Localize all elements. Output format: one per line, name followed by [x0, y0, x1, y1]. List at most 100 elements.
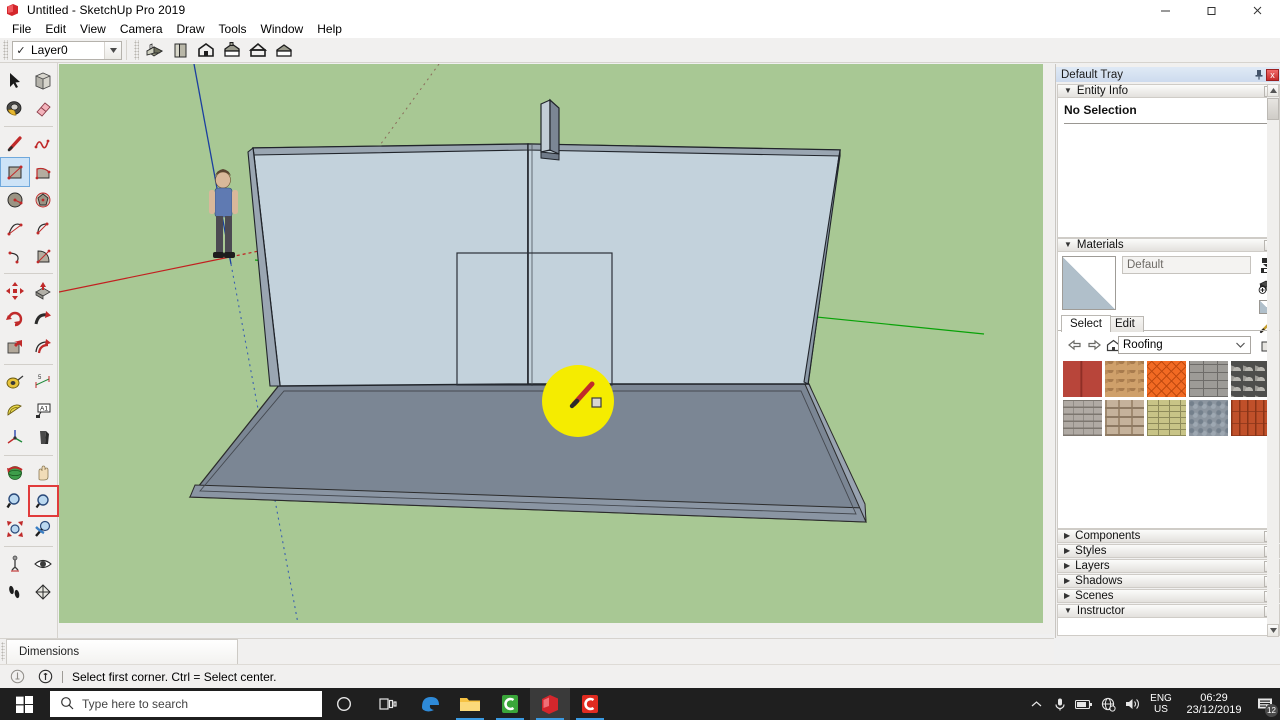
chevron-down-icon[interactable] [104, 41, 121, 59]
rotate-tool[interactable] [1, 305, 29, 333]
circle-tool[interactable] [1, 186, 29, 214]
pin-icon[interactable] [1252, 68, 1266, 81]
panel-header-instructor[interactable]: ▼ Instructor x [1057, 604, 1280, 618]
protractor-tool[interactable] [1, 396, 29, 424]
position-camera-tool[interactable] [1, 550, 29, 578]
panel-header-components[interactable]: ▶ Components x [1057, 529, 1280, 543]
scroll-up-button[interactable] [1267, 84, 1279, 97]
right-view-button[interactable] [219, 39, 245, 62]
layer-selector[interactable]: ✓ Layer0 [12, 40, 122, 60]
viewport-horizontal-scrollbar[interactable] [59, 623, 1053, 634]
swatch-shingle-beige-mottle[interactable] [1104, 399, 1145, 437]
tab-select[interactable]: Select [1061, 315, 1111, 332]
menu-help[interactable]: Help [310, 21, 349, 37]
select-tool[interactable] [1, 67, 29, 95]
maximize-button[interactable] [1188, 0, 1234, 20]
front-view-button[interactable] [193, 39, 219, 62]
look-around-tool[interactable] [30, 550, 58, 578]
menu-camera[interactable]: Camera [113, 21, 170, 37]
line-tool[interactable] [1, 130, 29, 158]
panel-header-shadows[interactable]: ▶ Shadows x [1057, 574, 1280, 588]
rotated-rectangle-tool[interactable] [30, 158, 58, 186]
tray-title-bar[interactable]: Default Tray x [1056, 67, 1280, 82]
scale-tool[interactable] [1, 333, 29, 361]
freehand-tool[interactable] [30, 130, 58, 158]
language-indicator[interactable]: ENG US [1144, 693, 1178, 715]
menu-tools[interactable]: Tools [212, 21, 254, 37]
rectangle-tool[interactable] [0, 157, 30, 187]
tray-close-button[interactable]: x [1266, 68, 1279, 81]
zoom-extents-tool[interactable] [1, 515, 29, 543]
swatch-clay-tile-terracotta[interactable] [1230, 399, 1271, 437]
tab-dimensions[interactable]: Dimensions [6, 639, 238, 664]
action-center-icon[interactable]: 12 [1250, 688, 1280, 720]
close-button[interactable] [1234, 0, 1280, 20]
tape-measure-tool[interactable] [1, 368, 29, 396]
file-explorer-taskbar-button[interactable] [450, 688, 490, 720]
edge-taskbar-button[interactable] [410, 688, 450, 720]
battery-icon[interactable] [1072, 688, 1096, 720]
app-green-c-taskbar-button[interactable] [490, 688, 530, 720]
panel-header-styles[interactable]: ▶ Styles x [1057, 544, 1280, 558]
push-pull-tool[interactable] [30, 277, 58, 305]
make-component-tool[interactable] [30, 67, 58, 95]
axes-tool[interactable] [1, 424, 29, 452]
toolbar-grip[interactable] [3, 40, 8, 60]
follow-me-tool[interactable] [30, 305, 58, 333]
pan-tool[interactable] [30, 459, 58, 487]
menu-view[interactable]: View [73, 21, 113, 37]
previous-view-tool[interactable] [30, 515, 58, 543]
zoom-tool[interactable] [1, 487, 29, 515]
dimension-tool[interactable]: 5 [30, 368, 58, 396]
network-icon[interactable] [1096, 688, 1120, 720]
move-tool[interactable] [1, 277, 29, 305]
zoom-window-tool[interactable] [27, 485, 59, 517]
minimize-button[interactable] [1142, 0, 1188, 20]
paint-bucket-tool[interactable] [1, 95, 29, 123]
geolocation-icon[interactable] [6, 666, 28, 688]
start-button[interactable] [0, 688, 48, 720]
swatch-shingle-grey-brick[interactable] [1188, 360, 1229, 398]
two-point-arc-tool[interactable] [30, 214, 58, 242]
tab-bar-grip[interactable] [1, 642, 5, 661]
swatch-slate-blue-grey[interactable] [1188, 399, 1229, 437]
iso-view-button[interactable] [141, 39, 167, 62]
menu-edit[interactable]: Edit [38, 21, 73, 37]
three-d-text-tool[interactable] [30, 424, 58, 452]
sketchup-taskbar-button[interactable] [530, 688, 570, 720]
volume-icon[interactable] [1120, 688, 1144, 720]
task-view-button[interactable] [366, 688, 410, 720]
cortana-button[interactable] [322, 688, 366, 720]
views-toolbar-grip[interactable] [134, 40, 139, 60]
swatch-metal-roof-red[interactable] [1062, 360, 1103, 398]
tab-edit[interactable]: Edit [1106, 316, 1144, 332]
chevron-down-icon[interactable] [1236, 339, 1245, 351]
tray-scrollbar[interactable] [1267, 84, 1279, 637]
material-name-field[interactable]: Default [1122, 256, 1251, 274]
panel-header-layers[interactable]: ▶ Layers x [1057, 559, 1280, 573]
material-library-select[interactable]: Roofing [1118, 336, 1251, 354]
chevron-up-icon[interactable] [1024, 688, 1048, 720]
swatch-shingle-tan-scallop[interactable] [1104, 360, 1145, 398]
viewport-vertical-scrollbar[interactable] [1043, 64, 1054, 634]
swatch-shingle-olive-brick[interactable] [1146, 399, 1187, 437]
model-viewport[interactable] [59, 64, 1053, 634]
app-red-c-taskbar-button[interactable] [570, 688, 610, 720]
offset-tool[interactable] [30, 333, 58, 361]
back-arrow-icon[interactable] [1066, 336, 1084, 354]
section-plane-tool[interactable] [30, 578, 58, 606]
microphone-icon[interactable] [1048, 688, 1072, 720]
polygon-tool[interactable] [30, 186, 58, 214]
top-view-button[interactable] [167, 39, 193, 62]
arc-tool[interactable] [1, 214, 29, 242]
walk-tool[interactable] [1, 578, 29, 606]
panel-header-materials[interactable]: ▼ Materials x [1057, 238, 1280, 252]
text-tool[interactable]: A1 [30, 396, 58, 424]
left-view-button[interactable] [271, 39, 297, 62]
info-circle-icon[interactable] [34, 666, 56, 688]
forward-arrow-icon[interactable] [1085, 336, 1103, 354]
swatch-tile-orange-diamond[interactable] [1146, 360, 1187, 398]
swatch-shingle-dark-scallop[interactable] [1230, 360, 1271, 398]
eraser-tool[interactable] [30, 95, 58, 123]
back-view-button[interactable] [245, 39, 271, 62]
